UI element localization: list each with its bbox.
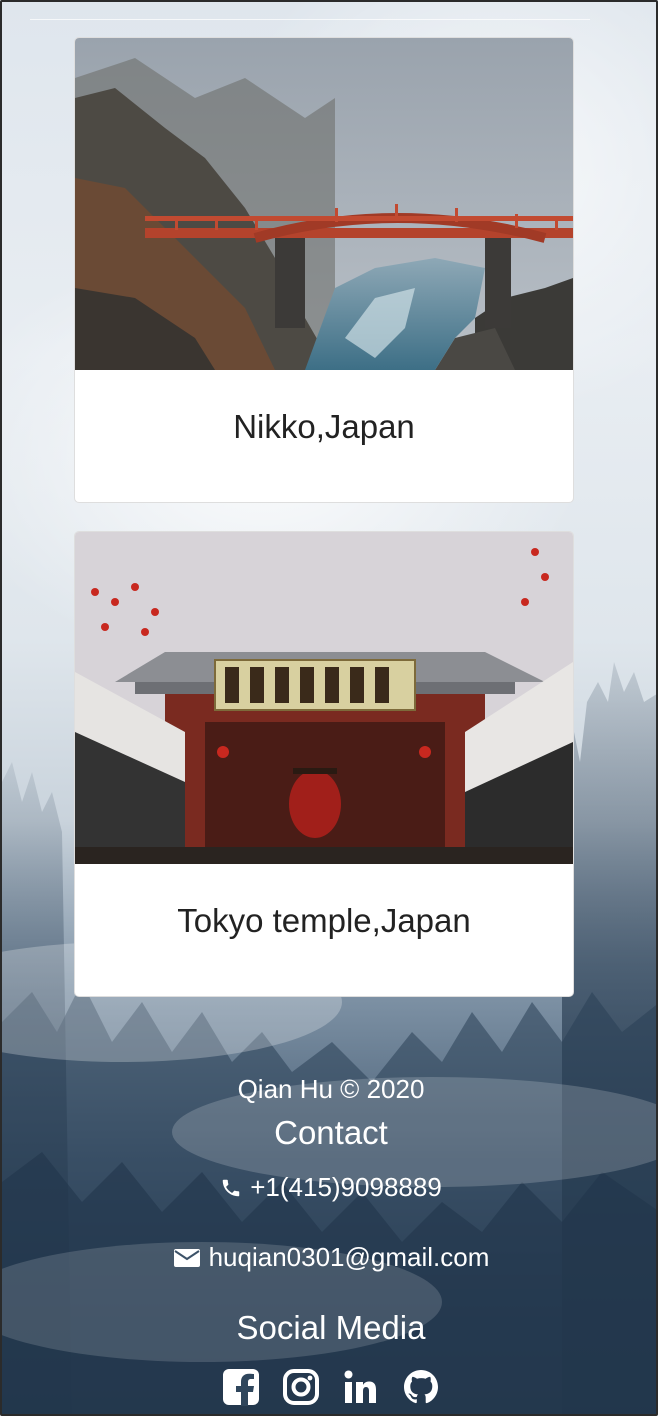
phone-number: +1(415)9098889: [250, 1172, 442, 1202]
card-caption: Tokyo temple,Japan: [177, 902, 471, 939]
copyright-text: Qian Hu © 2020: [237, 1074, 425, 1104]
social-links: [2, 1368, 656, 1406]
email-address: huqian0301@gmail.com: [208, 1242, 490, 1272]
destination-card-nikko[interactable]: Nikko,Japan: [74, 37, 574, 503]
nikko-bridge-photo: [75, 38, 573, 370]
card-caption: Nikko,Japan: [233, 408, 415, 445]
github-icon[interactable]: [402, 1368, 440, 1406]
envelope-icon: [173, 1248, 200, 1267]
top-divider: [30, 19, 590, 20]
page-frame: Nikko,Japan Tokyo temple,Japan Qian Hu ©…: [0, 0, 658, 1416]
contact-heading: Contact: [274, 1114, 388, 1151]
social-media-heading: Social Media: [236, 1309, 426, 1346]
destination-card-tokyo[interactable]: Tokyo temple,Japan: [74, 531, 574, 997]
instagram-icon[interactable]: [282, 1368, 320, 1406]
linkedin-icon[interactable]: [342, 1368, 380, 1406]
facebook-icon[interactable]: [222, 1368, 260, 1406]
email-link[interactable]: huqian0301@gmail.com: [2, 1242, 656, 1273]
phone-link[interactable]: +1(415)9098889: [2, 1172, 656, 1203]
tokyo-temple-photo: [75, 532, 573, 864]
phone-icon: [222, 1179, 240, 1196]
